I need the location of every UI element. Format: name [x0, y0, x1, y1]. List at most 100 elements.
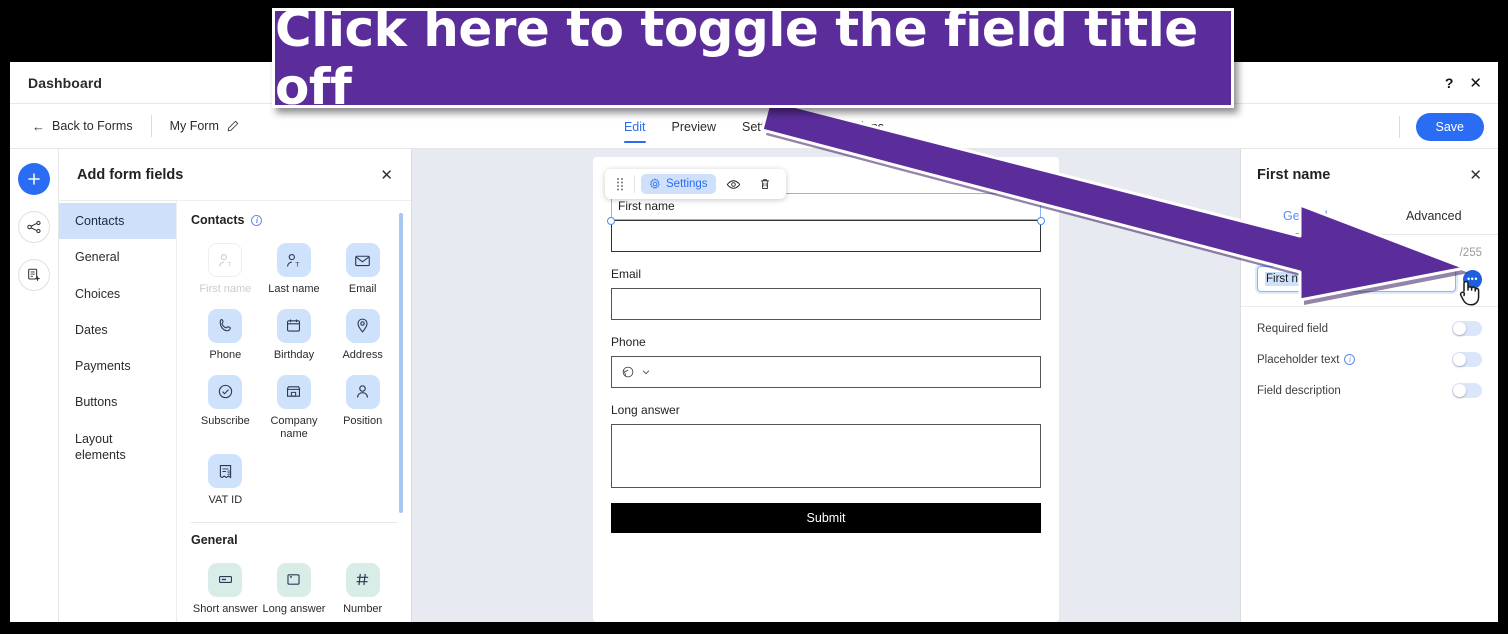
option-placeholder-text-label-group: Placeholder text i: [1257, 354, 1356, 366]
back-to-forms-button[interactable]: ← Back to Forms: [32, 119, 133, 134]
screenshot-root: Dashboard ? ✕ ← Back to Forms My Form Ed…: [0, 0, 1508, 634]
resize-handle-left[interactable]: [607, 217, 615, 225]
placeholder-text-toggle[interactable]: [1452, 352, 1482, 367]
field-tile-label: Last name: [268, 283, 320, 295]
calendar-icon: [276, 308, 311, 343]
instruction-callout: Click here to toggle the field title off: [272, 0, 1234, 116]
toolbar-right: Save: [1398, 104, 1484, 149]
field-tile-birthday[interactable]: Birthday: [260, 303, 329, 363]
field-tile-email[interactable]: Email: [328, 237, 397, 297]
close-icon[interactable]: ✕: [1469, 76, 1482, 91]
save-button[interactable]: Save: [1415, 112, 1484, 141]
field-tile-label: Birthday: [273, 348, 315, 361]
field-tile-long-answer[interactable]: Long answer: [260, 557, 329, 617]
long-text-icon: [276, 562, 311, 597]
field-tile-number[interactable]: Number: [328, 557, 397, 617]
field-tile-label: Company name: [270, 414, 318, 441]
eye-icon[interactable]: [719, 173, 748, 196]
section-divider: [191, 521, 397, 523]
rules-button[interactable]: [18, 211, 50, 243]
field-tile-label: Phone: [209, 348, 242, 361]
close-icon[interactable]: ✕: [380, 166, 393, 184]
submit-button[interactable]: Submit: [611, 503, 1041, 533]
field-tile-first-name[interactable]: T First name: [191, 237, 260, 297]
fields-scrollbar-thumb[interactable]: [399, 213, 403, 513]
sidebar-item-choices[interactable]: Choices: [59, 276, 176, 312]
field-options-list: Required field Placeholder text i Field …: [1241, 307, 1498, 398]
add-page-button[interactable]: [18, 259, 50, 291]
settings-panel-title: First name: [1257, 167, 1331, 183]
tab-general[interactable]: General: [1241, 201, 1370, 235]
sidebar-item-contacts[interactable]: Contacts: [59, 203, 176, 240]
question-mark-icon[interactable]: ?: [1445, 76, 1454, 90]
fields-scrollbar-track[interactable]: [399, 207, 407, 616]
resize-handle-right[interactable]: [1037, 217, 1045, 225]
field-title-input[interactable]: First name: [1257, 266, 1456, 292]
close-icon[interactable]: ✕: [1469, 166, 1482, 184]
field-settings-button[interactable]: Settings: [641, 174, 716, 194]
add-element-button[interactable]: [18, 163, 50, 195]
sidebar-item-general[interactable]: General: [59, 239, 176, 275]
field-tile-vat-id[interactable]: $ VAT ID: [191, 448, 260, 508]
field-title-header: Field title i /255: [1257, 247, 1482, 259]
field-tile-short-answer[interactable]: Short answer: [191, 557, 260, 617]
editor-body: Add form fields ✕ Contacts General Choic…: [10, 149, 1498, 622]
left-arrow-icon: ←: [32, 118, 45, 134]
form-field-label: Phone: [611, 335, 646, 349]
form-field-input[interactable]: [611, 220, 1041, 252]
form-field-first-name[interactable]: First name: [607, 193, 1045, 252]
field-tile-subscribe[interactable]: Subscribe: [191, 369, 260, 443]
sidebar-item-layout-elements[interactable]: Layout elements: [59, 421, 176, 474]
plus-icon: [28, 173, 40, 185]
sidebar-item-dates[interactable]: Dates: [59, 312, 176, 348]
instruction-callout-text: Click here to toggle the field title off: [275, 0, 1198, 116]
branching-rules-icon: [27, 220, 41, 234]
add-page-icon: [28, 268, 40, 281]
field-title-input-value: First name: [1265, 272, 1322, 286]
info-icon[interactable]: i: [1308, 247, 1320, 259]
option-field-description-label: Field description: [1257, 384, 1341, 397]
form-field-email[interactable]: Email: [611, 267, 1041, 320]
form-fields-list: First name Email Phone Long answer Submi…: [607, 193, 1045, 533]
field-description-toggle[interactable]: [1452, 383, 1482, 398]
form-field-long-answer[interactable]: Long answer: [611, 403, 1041, 488]
pencil-icon[interactable]: [227, 120, 239, 132]
field-tile-label: Email: [348, 283, 377, 295]
form-field-textarea[interactable]: [611, 424, 1041, 488]
titlebar-actions: ? ✕: [1445, 62, 1482, 104]
toolbar-separator: [634, 175, 635, 193]
person-icon: [345, 374, 380, 409]
field-title-input-row: First name •••: [1257, 266, 1482, 292]
required-field-toggle[interactable]: [1452, 321, 1482, 336]
field-tile-phone[interactable]: Phone: [191, 303, 260, 363]
tab-advanced[interactable]: Advanced: [1370, 201, 1499, 234]
svg-text:T: T: [296, 261, 300, 268]
phone-icon: [208, 308, 243, 343]
receipt-dollar-icon: $: [208, 454, 243, 488]
drag-handle-icon[interactable]: [612, 176, 628, 192]
sidebar-item-payments[interactable]: Payments: [59, 348, 176, 384]
field-tile-position[interactable]: Position: [328, 369, 397, 443]
info-icon[interactable]: i: [251, 214, 263, 226]
trash-icon[interactable]: [751, 173, 779, 195]
option-field-description: Field description: [1257, 383, 1482, 398]
form-field-label: Email: [611, 267, 642, 281]
more-options-icon[interactable]: •••: [1463, 269, 1482, 289]
field-tile-label: First name: [199, 283, 252, 295]
phone-country-selector[interactable]: [612, 357, 1040, 387]
field-tile-label: Address: [342, 348, 383, 361]
form-field-input[interactable]: [611, 356, 1041, 388]
fields-panel-title: Add form fields: [77, 166, 184, 183]
form-field-phone[interactable]: Phone: [611, 335, 1041, 388]
settings-panel-header: First name ✕: [1241, 149, 1498, 201]
field-tile-last-name[interactable]: T Last name: [260, 237, 329, 297]
field-tile-company-name[interactable]: Company name: [260, 369, 329, 443]
form-field-input[interactable]: [611, 288, 1041, 320]
form-name-button[interactable]: My Form: [170, 119, 239, 133]
option-placeholder-text: Placeholder text i: [1257, 352, 1482, 367]
info-icon[interactable]: i: [1344, 354, 1356, 365]
field-tile-address[interactable]: Address: [328, 303, 397, 363]
store-icon: [276, 374, 311, 409]
field-tile-label: Subscribe: [200, 414, 250, 427]
sidebar-item-buttons[interactable]: Buttons: [59, 384, 176, 420]
